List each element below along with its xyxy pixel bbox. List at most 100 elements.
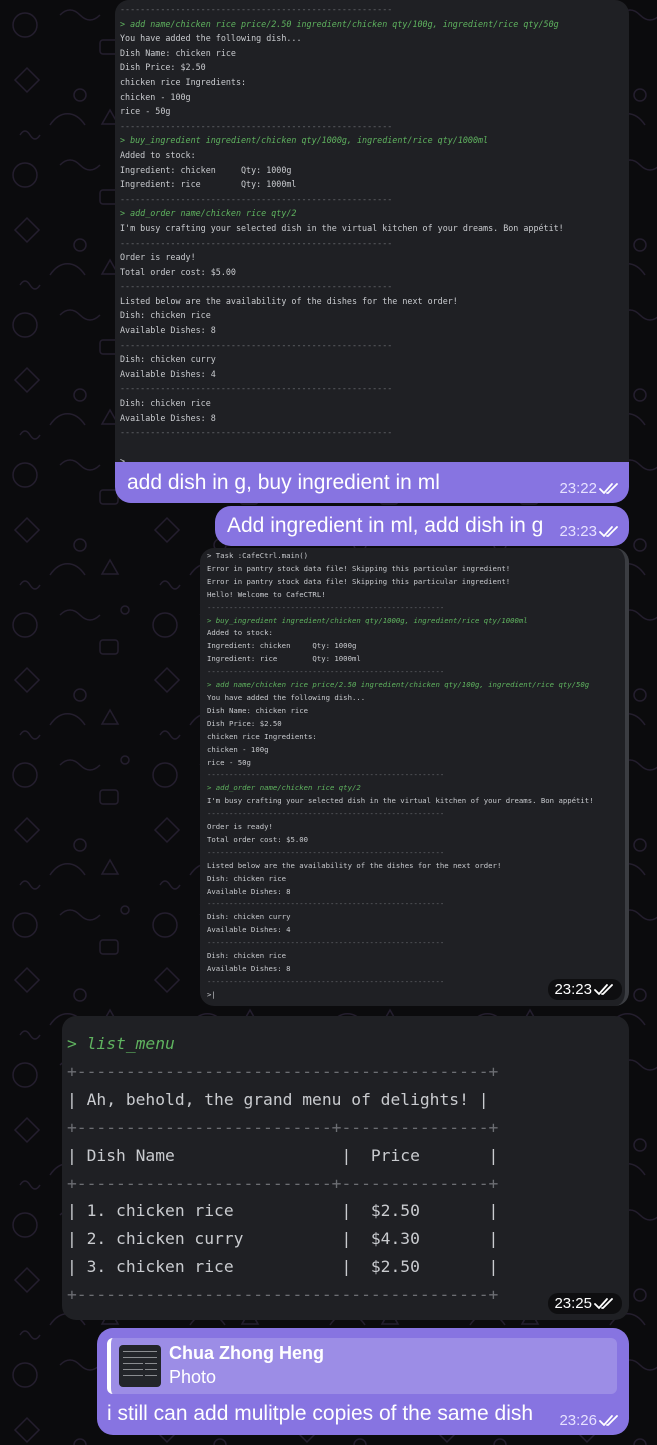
- terminal-line: Error in pantry stock data file! Skippin…: [207, 563, 511, 573]
- timestamp: 23:22: [559, 480, 621, 497]
- terminal-separator: ----------------------------------------…: [120, 193, 393, 204]
- message-text: Add ingredient in ml, add dish in g: [227, 514, 544, 537]
- terminal-line: Dish: chicken rice: [207, 873, 287, 883]
- terminal-separator: ----------------------------------------…: [120, 237, 393, 248]
- message-4[interactable]: > list_menu +----------------------------…: [62, 1016, 629, 1320]
- terminal-separator: ----------------------------------------…: [207, 899, 445, 909]
- terminal-command-line: > add_order name/chicken rice qty/2: [120, 208, 297, 219]
- terminal-output: > Task :CafeCtrl.main() Error in pantry s…: [207, 550, 625, 1002]
- terminal-screenshot-1[interactable]: ----------------------------------------…: [115, 0, 629, 462]
- reply-author: Chua Zhong Heng: [169, 1343, 324, 1363]
- terminal-line: Available Dishes: 8: [120, 412, 216, 423]
- terminal-line: chicken rice Ingredients:: [120, 76, 247, 87]
- double-check-icon: [599, 1414, 618, 1426]
- terminal-separator: ----------------------------------------…: [207, 847, 445, 857]
- terminal-separator: +--------------------------+------------…: [67, 1117, 499, 1137]
- terminal-line: Added to stock:: [120, 149, 196, 160]
- terminal-line: Dish: chicken rice: [120, 398, 211, 409]
- terminal-line: Available Dishes: 8: [207, 964, 291, 973]
- reply-preview[interactable]: Chua Zhong Heng Photo: [107, 1338, 617, 1394]
- terminal-separator: ----------------------------------------…: [120, 4, 393, 14]
- reply-type: Photo: [169, 1367, 217, 1387]
- terminal-line: Available Dishes: 8: [207, 886, 291, 896]
- terminal-separator: +---------------------------------------…: [67, 1285, 499, 1305]
- terminal-line: Error in pantry stock data file! Skippin…: [207, 576, 511, 586]
- terminal-line: rice - 50g: [207, 757, 251, 767]
- terminal-separator: ----------------------------------------…: [207, 770, 445, 780]
- terminal-line: Ingredient: rice Qty: 1000ml: [207, 654, 361, 664]
- terminal-line: Total order cost: $5.00: [207, 834, 309, 844]
- time-text: 23:25: [554, 1295, 592, 1312]
- message-5[interactable]: Chua Zhong Heng Photo i still can add mu…: [97, 1328, 629, 1435]
- terminal-separator: ----------------------------------------…: [207, 809, 445, 819]
- time-text: 23:22: [559, 480, 597, 497]
- terminal-line: Order is ready!: [120, 252, 196, 263]
- time-text: 23:23: [554, 981, 592, 998]
- terminal-separator: +---------------------------------------…: [67, 1061, 499, 1081]
- terminal-command-line: > buy_ingredient ingredient/chicken qty/…: [120, 135, 489, 146]
- timestamp: 23:23: [548, 979, 622, 1000]
- terminal-line: Listed below are the availability of the…: [207, 860, 502, 870]
- terminal-line: chicken - 100g: [207, 744, 269, 754]
- terminal-line: Hello! Welcome to CafeCTRL!: [207, 589, 326, 599]
- terminal-screenshot-2[interactable]: > Task :CafeCtrl.main() Error in pantry s…: [200, 548, 629, 1006]
- time-text: 23:26: [559, 1412, 597, 1429]
- terminal-line: Listed below are the availability of the…: [120, 295, 458, 306]
- terminal-separator: ----------------------------------------…: [120, 281, 393, 292]
- caption-text: add dish in g, buy ingredient in ml: [127, 471, 440, 494]
- terminal-output: ----------------------------------------…: [120, 2, 629, 462]
- terminal-line: | Ah, behold, the grand menu of delights…: [67, 1089, 489, 1109]
- terminal-line: You have added the following dish...: [207, 692, 366, 702]
- message-3[interactable]: > Task :CafeCtrl.main() Error in pantry s…: [200, 548, 629, 1006]
- message-2[interactable]: Add ingredient in ml, add dish in g 23:2…: [215, 506, 629, 546]
- terminal-line: Dish Price: $2.50: [207, 718, 282, 728]
- terminal-line: Dish: chicken curry: [120, 354, 216, 365]
- terminal-line: Dish Name: chicken rice: [207, 705, 309, 715]
- double-check-icon: [599, 482, 618, 494]
- terminal-screenshot-3[interactable]: > list_menu +----------------------------…: [62, 1016, 629, 1320]
- terminal-line: Total order cost: $5.00: [120, 266, 236, 277]
- terminal-line: > Task :CafeCtrl.main(): [207, 551, 309, 560]
- terminal-separator: ----------------------------------------…: [207, 602, 445, 612]
- message-1-caption: add dish in g, buy ingredient in ml 23:2…: [115, 462, 629, 503]
- double-check-icon: [594, 983, 613, 995]
- terminal-line: Available Dishes: 8: [120, 325, 216, 336]
- terminal-separator: ----------------------------------------…: [120, 383, 393, 394]
- terminal-line: | Dish Name | Price |: [67, 1145, 499, 1165]
- terminal-command-line: > add name/chicken rice price/2.50 ingre…: [207, 680, 590, 690]
- message-1[interactable]: ----------------------------------------…: [115, 0, 629, 503]
- terminal-command-line: > add name/chicken rice price/2.50 ingre…: [120, 18, 559, 29]
- double-check-icon: [599, 525, 618, 537]
- terminal-command-line: > buy_ingredient ingredient/chicken qty/…: [207, 615, 528, 625]
- terminal-line: chicken - 100g: [120, 91, 191, 102]
- terminal-line: Dish Price: $2.50: [120, 62, 206, 73]
- terminal-line: I'm busy crafting your selected dish in …: [207, 796, 594, 806]
- terminal-line: | 2. chicken curry | $4.30 |: [67, 1229, 499, 1249]
- terminal-line: I'm busy crafting your selected dish in …: [120, 222, 564, 233]
- terminal-line: Dish: chicken rice: [207, 951, 287, 961]
- terminal-output: > list_menu +----------------------------…: [67, 1030, 629, 1309]
- message-text: i still can add mulitple copies of the s…: [107, 1402, 534, 1425]
- timestamp: 23:26: [559, 1412, 621, 1429]
- terminal-command-line: > list_menu: [67, 1034, 175, 1053]
- terminal-separator: ----------------------------------------…: [120, 120, 393, 131]
- terminal-line: Ingredient: chicken Qty: 1000g: [120, 164, 292, 175]
- timestamp: 23:25: [548, 1293, 622, 1314]
- terminal-line: rice - 50g: [120, 106, 171, 117]
- timestamp: 23:23: [559, 523, 621, 540]
- terminal-separator: +--------------------------+------------…: [67, 1173, 499, 1193]
- terminal-line: chicken rice Ingredients:: [207, 731, 317, 741]
- terminal-separator: ----------------------------------------…: [207, 667, 445, 677]
- terminal-line: You have added the following dish...: [120, 33, 302, 44]
- terminal-line: Dish Name: chicken rice: [120, 47, 236, 58]
- time-text: 23:23: [559, 523, 597, 540]
- terminal-line: Ingredient: rice Qty: 1000ml: [120, 179, 297, 190]
- terminal-line: | 1. chicken rice | $2.50 |: [67, 1201, 499, 1221]
- terminal-line: Ingredient: chicken Qty: 1000g: [207, 641, 357, 651]
- terminal-line: >: [120, 456, 126, 462]
- reply-photo-thumbnail: [119, 1345, 161, 1387]
- terminal-line: Available Dishes: 4: [120, 368, 216, 379]
- double-check-icon: [594, 1297, 613, 1309]
- terminal-line: Order is ready!: [207, 822, 273, 832]
